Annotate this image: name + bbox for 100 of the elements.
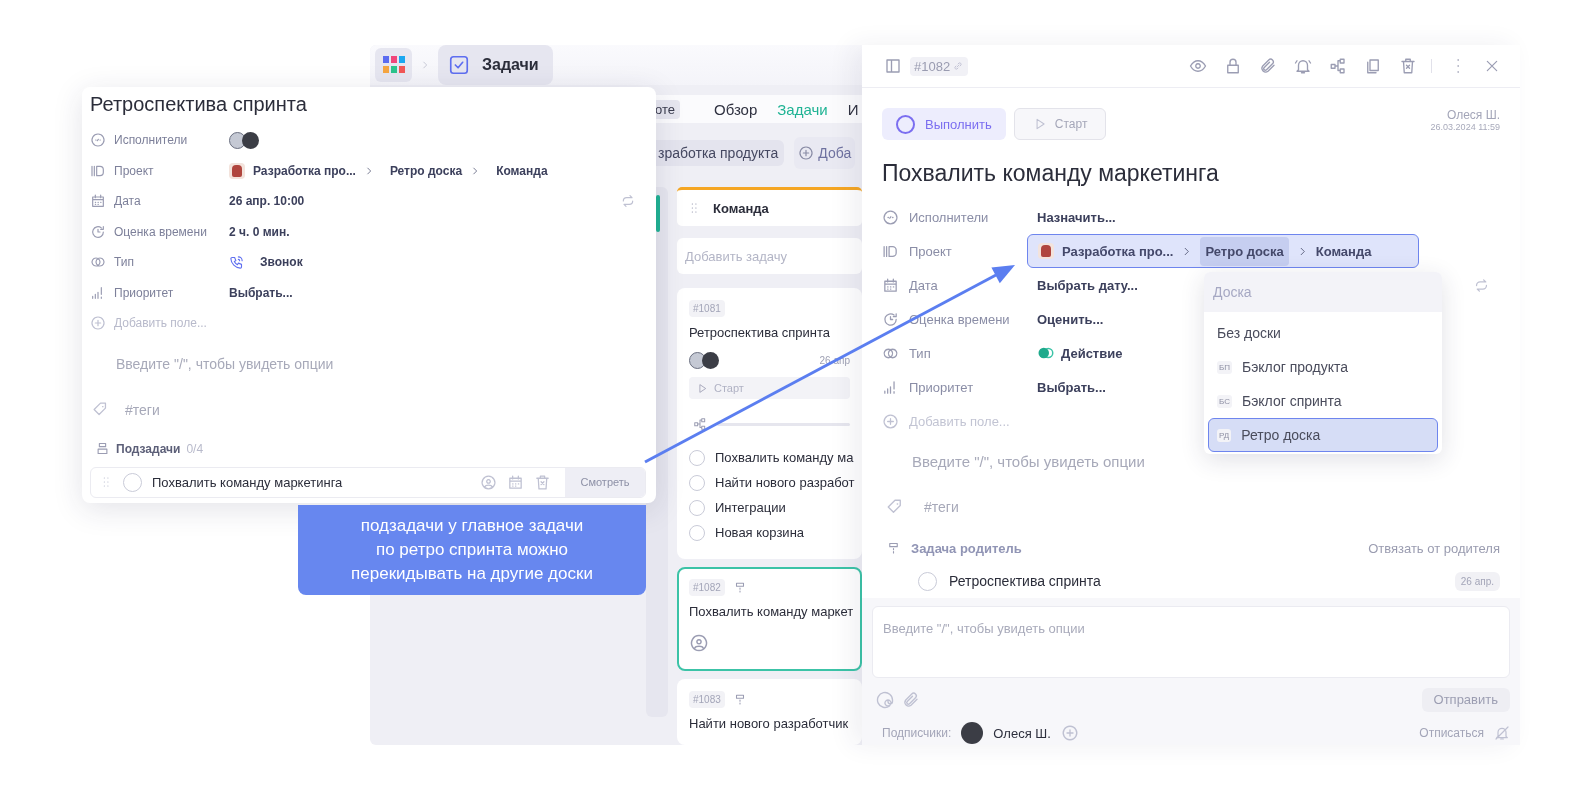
task-title: Ретроспектива спринта [90,93,308,117]
field-label: Тип [909,345,932,361]
nav-tab[interactable]: Обзор [714,100,758,118]
column-title: Команда [713,200,769,216]
field-value[interactable]: Выбрать... [229,285,293,300]
menu-item[interactable]: РД Ретро доска [1208,418,1438,452]
field-value[interactable]: Выбрать дату... [1037,277,1138,293]
panel-icon[interactable] [884,57,902,75]
menu-item[interactable]: БП Бэклог продукта [1208,350,1438,384]
person-icon[interactable] [480,473,497,491]
checkbox-icon [448,54,470,76]
path-segment[interactable]: Разработка про... [1062,243,1174,259]
mention-icon[interactable] [876,690,894,709]
calendar-icon [882,276,899,294]
field-value[interactable]: 2 ч. 0 мин. [229,224,290,239]
field-value[interactable]: 26 апр. 10:00 [229,194,305,209]
menu-item[interactable]: БС Бэклог спринта [1208,384,1438,418]
plus-icon [798,145,815,161]
field-value[interactable]: Назначить... [1037,209,1116,225]
subtask-title: Похвалить команду маркетинга [152,474,344,490]
callout-note: подзадачи у главное задачи по ретро спринта можно перекидывать на другие доски [298,505,646,595]
path-segment[interactable]: Команда [496,163,548,178]
task-title: Ретроспектива спринта [689,325,831,340]
path-segment[interactable]: Ретро доска [389,163,463,178]
lock-icon[interactable] [1224,57,1242,75]
calendar-icon [90,193,106,210]
play-icon [697,382,708,394]
field-label: Проект [909,243,953,259]
task-date: 26 апр. [1454,571,1500,591]
section-tab[interactable]: Задачи [438,45,553,85]
chevron-icon [420,60,430,70]
paperclip-icon[interactable] [902,690,920,709]
apps-button[interactable] [375,48,412,82]
task-card[interactable]: #1083 Найти нового разработчик [677,679,862,745]
path-segment[interactable]: Ретро доска [1200,236,1289,266]
assignee-avatars[interactable] [229,131,259,149]
parent-label: Задача родитель [911,540,1022,556]
phone-icon [229,254,244,270]
nav-tab[interactable]: И [847,100,859,118]
calendar-icon[interactable] [507,473,524,491]
path-segment[interactable]: Разработка про... [253,163,356,178]
field-label: Проект [114,163,155,178]
subtasks-count: 0/4 [186,441,204,456]
clock-icon [882,310,899,328]
field-label: Дата [114,194,142,209]
trash-icon[interactable] [1399,57,1417,75]
smiley-icon [882,208,899,226]
clock-icon [90,223,106,240]
bell-icon[interactable] [1294,57,1312,75]
field-value[interactable]: Звонок [260,255,303,270]
copy-icon[interactable] [1364,57,1382,75]
author-name: Олеся Ш. [1446,108,1500,122]
project-avatar [229,162,245,179]
subtasks-icon [95,441,110,456]
avatar [961,722,984,745]
tree-icon [693,417,707,431]
bell-off-icon[interactable] [1494,725,1510,742]
plus-icon[interactable] [1060,724,1079,743]
project-path-field[interactable]: Разработка про... Ретро доска Команда [1027,234,1419,268]
field-value[interactable]: Оценить... [1037,311,1104,327]
task-title: Найти нового разработчик [689,716,850,731]
repeat-icon[interactable] [620,193,636,210]
field-label: Приоритет [114,285,175,300]
field-label: Дата [909,277,939,293]
link-icon [952,60,965,72]
task-id: #1083 [689,691,725,708]
field-label: Приоритет [909,379,975,395]
created-date: 26.03.2024 11:59 [1430,122,1500,132]
close-icon[interactable] [1484,58,1500,74]
subtasks-label: Подзадачи [116,441,181,456]
field-label: Тип [114,255,135,270]
subscriber-name: Олеся Ш. [993,725,1051,741]
eye-icon[interactable] [1189,57,1207,75]
assignee-avatars [689,352,719,369]
field-value[interactable]: Действие [1061,345,1123,361]
subtask-title: Похвалить команду ма [715,450,854,465]
tree-icon[interactable] [1329,57,1347,75]
subtask-title: Найти нового разработ [715,475,855,490]
paperclip-icon[interactable] [1259,57,1277,75]
path-segment[interactable]: Команда [1315,243,1372,259]
subtask-row[interactable]: Похвалить команду маркетинга Смотреть [90,466,646,498]
parent-task-title[interactable]: Ретроспектива спринта [949,573,1101,589]
trash-icon[interactable] [534,473,551,491]
menu-item[interactable]: Без доски [1208,316,1438,350]
repeat-icon[interactable] [1473,276,1490,294]
plus-icon[interactable] [882,412,899,430]
add-button[interactable]: Доба [794,137,856,169]
person-icon[interactable] [689,633,709,653]
field-label: Исполнители [909,209,990,225]
tag-icon [92,401,109,418]
grid-icon [382,56,405,74]
plus-icon[interactable] [90,315,106,332]
column-accent [656,195,660,232]
field-value[interactable]: Выбрать... [1037,379,1106,395]
parent-task-icon [886,540,901,556]
field-label: Исполнители [114,133,189,148]
task-id: #1082 [689,579,725,596]
task-card[interactable]: #1082 Похвалить команду маркет [677,567,862,671]
field-label: Оценка времени [114,224,208,239]
smiley-icon [90,132,106,149]
